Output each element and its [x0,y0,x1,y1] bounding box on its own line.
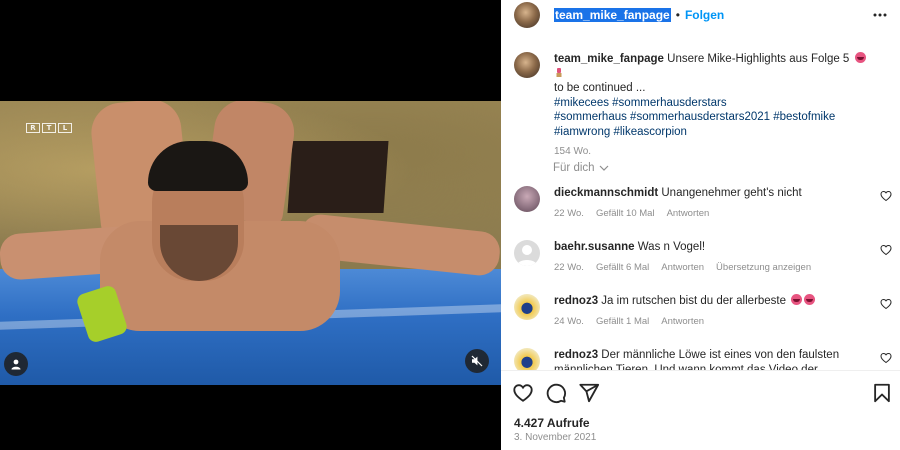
comment-icon[interactable] [545,382,567,404]
comment-likes[interactable]: Gefällt 1 Mal [596,315,649,330]
comment-item: baehr.susanne Was n Vogel! 22 Wo. Gefäll… [514,240,892,275]
comment-body: rednoz3 Der männliche Löwe ist eines von… [554,348,872,372]
lipstick-emoji-icon [556,67,562,77]
comment-likes[interactable]: Gefällt 6 Mal [596,261,649,276]
tagged-users-button[interactable] [4,352,28,376]
chevron-down-icon [599,165,608,171]
heart-eyes-emoji-icon [804,294,816,305]
post-caption: team_mike_fanpage Unsere Mike-Highlights… [514,52,890,159]
comment-body: baehr.susanne Was n Vogel! 22 Wo. Gefäll… [554,240,872,275]
comment-age[interactable]: 24 Wo. [554,315,584,330]
more-options-button[interactable] [872,7,888,23]
rtl-logo-letter: T [42,123,56,133]
caption-line: team_mike_fanpage Unsere Mike-Highlights… [554,52,872,81]
heart-eyes-emoji-icon [854,52,866,63]
video-object [287,141,389,213]
caption-age[interactable]: 154 Wo. [554,145,872,160]
translate-button[interactable]: Übersetzung anzeigen [716,261,811,276]
caption-body: team_mike_fanpage Unsere Mike-Highlights… [554,52,872,159]
post-header: team_mike_fanpage • Folgen [501,0,900,30]
bookmark-icon[interactable] [871,382,893,404]
comment-item: rednoz3 Der männliche Löwe ist eines von… [514,348,892,372]
avatar[interactable] [514,186,540,212]
comment-username[interactable]: baehr.susanne [554,241,635,253]
caption-hashtags[interactable]: #iamwrong #likeascorpion [554,125,872,140]
paper-plane-icon[interactable] [578,382,600,404]
comment-meta: 22 Wo. Gefällt 10 Mal Antworten [554,207,872,222]
post-actions-bar: 4.427 Aufrufe 3. November 2021 [501,370,900,450]
caption-hashtags[interactable]: #sommerhaus #sommerhausderstars2021 #bes… [554,110,872,125]
caption-text: Unsere Mike-Highlights aus Folge 5 [667,53,850,65]
comment-age[interactable]: 22 Wo. [554,207,584,222]
post-video[interactable]: R T L [0,101,501,385]
reply-button[interactable]: Antworten [661,261,704,276]
heart-icon[interactable] [512,382,534,404]
avatar[interactable] [514,240,540,266]
mute-toggle-button[interactable] [465,349,489,373]
follow-button[interactable]: Folgen [685,8,724,22]
comment-text: Was n Vogel! [637,241,706,253]
heart-icon[interactable] [880,352,892,364]
reply-button[interactable]: Antworten [667,207,710,222]
heart-icon[interactable] [880,190,892,202]
user-icon [11,359,21,370]
comment-body: rednoz3 Ja im rutschen bist du der aller… [554,294,872,329]
avatar[interactable] [514,348,540,372]
comment-text: Ja im rutschen bist du der allerbeste [601,295,787,307]
comment-meta: 22 Wo. Gefällt 6 Mal Antworten Übersetzu… [554,261,872,276]
speaker-muted-icon [471,355,483,367]
avatar[interactable] [514,52,540,78]
avatar[interactable] [514,294,540,320]
comment-username[interactable]: rednoz3 [554,295,598,307]
comment-item: rednoz3 Ja im rutschen bist du der aller… [514,294,892,329]
rtl-logo-letter: L [58,123,72,133]
more-horizontal-icon [873,13,887,17]
rtl-logo-letter: R [26,123,40,133]
comment-username[interactable]: rednoz3 [554,349,598,361]
comment-text: Unangenehmer geht's nicht [661,187,802,199]
post-date[interactable]: 3. November 2021 [514,432,596,443]
default-avatar-icon [517,245,537,266]
caption-hashtags[interactable]: #mikecees #sommerhausderstars [554,96,872,111]
heart-eyes-emoji-icon [791,294,803,305]
comments-list[interactable]: dieckmannschmidt Unangenehmer geht's nic… [501,180,900,372]
heart-icon[interactable] [880,244,892,256]
view-count[interactable]: 4.427 Aufrufe [514,416,590,430]
comment-username[interactable]: dieckmannschmidt [554,187,658,199]
comment-body: dieckmannschmidt Unangenehmer geht's nic… [554,186,872,221]
comment-item: dieckmannschmidt Unangenehmer geht's nic… [514,186,892,221]
reply-button[interactable]: Antworten [661,315,704,330]
comment-meta: 24 Wo. Gefällt 1 Mal Antworten [554,315,872,330]
comment-likes[interactable]: Gefällt 10 Mal [596,207,655,222]
heart-icon[interactable] [880,298,892,310]
post-details-panel: team_mike_fanpage • Folgen team_mike_fan… [501,0,900,450]
comment-sort-dropdown[interactable]: Für dich [553,162,609,174]
media-pane: R T L [0,0,501,450]
comment-age[interactable]: 22 Wo. [554,261,584,276]
post-author-username[interactable]: team_mike_fanpage [554,8,671,22]
header-separator: • [675,8,680,22]
rtl-logo: R T L [26,123,72,133]
avatar[interactable] [514,2,540,28]
caption-username[interactable]: team_mike_fanpage [554,53,664,65]
caption-text-2: to be continued ... [554,82,646,95]
comment-sort-label: Für dich [553,162,595,174]
